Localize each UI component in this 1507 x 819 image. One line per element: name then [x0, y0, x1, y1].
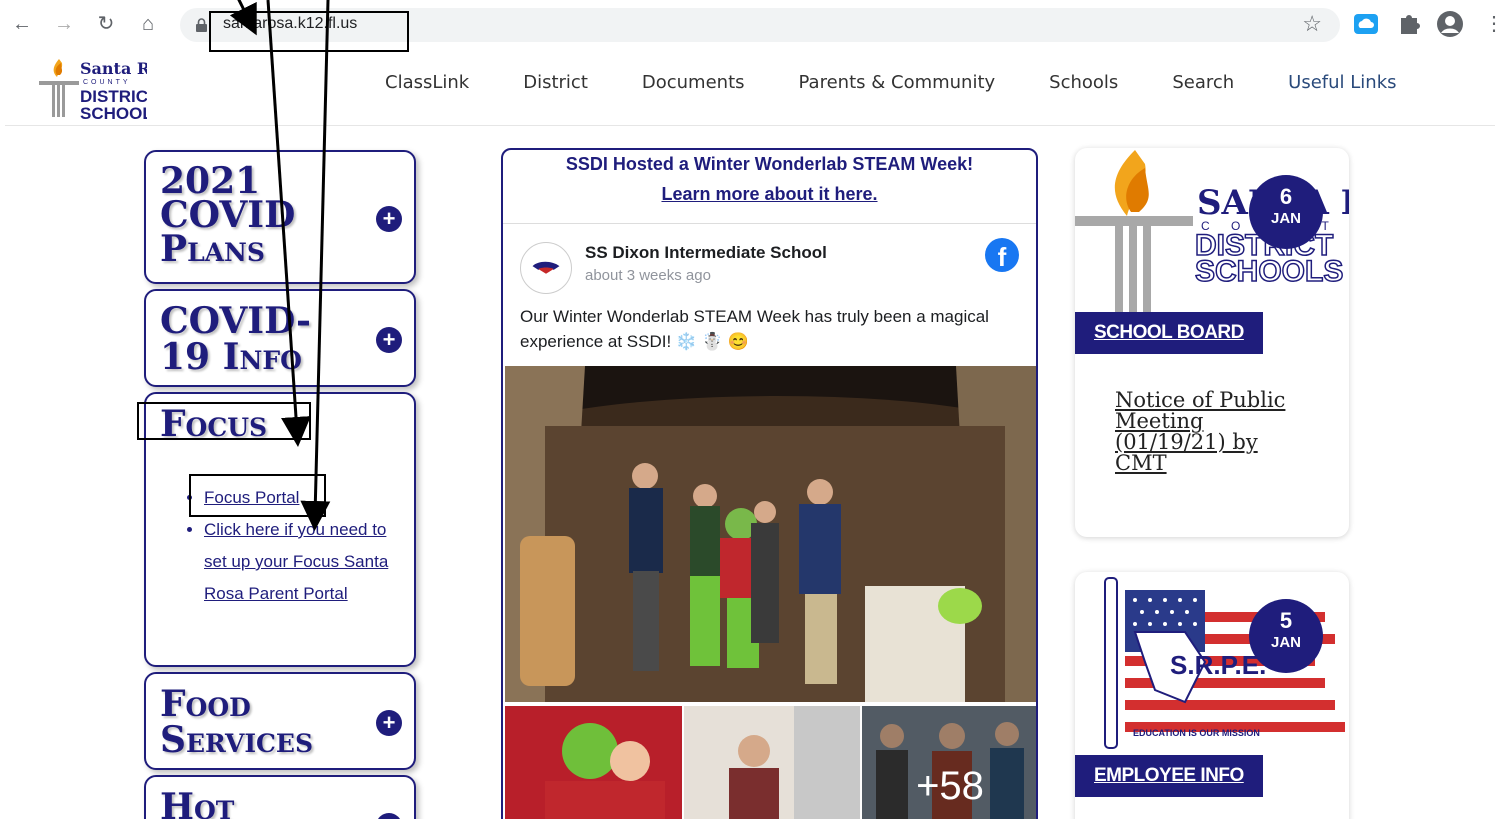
focus-setup-link[interactable]: Click here if you need to set up your Fo… — [204, 520, 388, 603]
back-arrow-icon[interactable]: ← — [10, 11, 34, 37]
accordion-title-covid-info: COVID- 19 Info — [160, 303, 311, 375]
accordion-title-food-services: Food Services — [160, 686, 313, 758]
post-thumbnail-2[interactable] — [684, 706, 860, 819]
expand-plus-icon[interactable]: + — [376, 327, 402, 353]
event-card-school-board[interactable]: SANTA ROSA C O U N T Y DISTRICT SCHOOLS … — [1075, 148, 1349, 537]
facebook-icon[interactable]: f — [985, 238, 1019, 272]
date-month: JAN — [1270, 634, 1301, 651]
expand-plus-icon[interactable]: + — [376, 710, 402, 736]
nav-documents[interactable]: Documents — [642, 68, 745, 98]
nav-district[interactable]: District — [523, 68, 588, 98]
accordion-hot[interactable]: Hot + — [144, 775, 416, 819]
covid-plans-line2: COVID — [160, 194, 296, 236]
post-main-photo[interactable] — [505, 366, 1036, 702]
cloud-extension-icon[interactable] — [1352, 10, 1380, 38]
nav-useful-links[interactable]: Useful Links — [1288, 68, 1396, 98]
forward-arrow-icon[interactable]: → — [52, 11, 76, 37]
logo-text-santa-rosa: Santa Rosa — [80, 59, 147, 78]
srpe-logo-subtext: EDUCATION IS OUR MISSION — [1133, 728, 1260, 738]
nav-classlink[interactable]: ClassLink — [385, 68, 469, 98]
nav-parents-community[interactable]: Parents & Community — [799, 68, 996, 98]
food-line1: Food — [160, 683, 251, 725]
date-day: 6 — [1279, 184, 1293, 209]
post-thumbnail-1[interactable] — [505, 706, 682, 819]
menu-kebab-icon[interactable]: ⋮ — [1484, 11, 1504, 37]
date-day: 5 — [1279, 608, 1293, 633]
school-avatar[interactable] — [520, 242, 572, 294]
annotation-box-focus-portal — [189, 474, 326, 517]
notice-public-meeting-link[interactable]: Notice of Public Meeting (01/19/21) by C… — [1115, 390, 1315, 474]
learn-more-link[interactable]: Learn more about it here. — [503, 184, 1036, 205]
expand-plus-icon[interactable]: + — [376, 813, 402, 819]
annotation-box-focus — [137, 402, 311, 440]
post-time: about 3 weeks ago — [585, 267, 711, 284]
nav-schools[interactable]: Schools — [1049, 68, 1118, 98]
bookmark-star-icon[interactable]: ☆ — [1302, 11, 1322, 37]
food-line2: Services — [160, 719, 314, 761]
srpe-logo-text: S.R.P.E. — [1170, 650, 1266, 680]
school-board-link[interactable]: SCHOOL BOARD — [1075, 312, 1263, 354]
list-item: Click here if you need to set up your Fo… — [204, 514, 406, 610]
expand-plus-icon[interactable]: + — [376, 206, 402, 232]
reload-icon[interactable]: ↻ — [94, 11, 118, 37]
accordion-covid-info[interactable]: COVID- 19 Info + — [144, 289, 416, 387]
date-badge: 5 JAN — [1249, 599, 1323, 673]
date-month: JAN — [1270, 210, 1301, 227]
profile-avatar-icon[interactable] — [1436, 10, 1464, 38]
page-root: ← → ↻ ⌂ santarosa.k12.fl.us ☆ ⋮ Santa R … — [0, 0, 1507, 819]
news-post-card: SSDI Hosted a Winter Wonderlab STEAM Wee… — [501, 148, 1038, 819]
accordion-title-covid-plans: 2021 COVID Plans — [160, 160, 296, 270]
covid-plans-line1: 2021 — [160, 160, 261, 202]
accordion-food-services[interactable]: Food Services + — [144, 672, 416, 770]
puzzle-extensions-icon[interactable] — [1395, 10, 1423, 38]
covid-info-line2: 19 Info — [160, 336, 302, 378]
date-badge: 6 JAN — [1249, 175, 1323, 249]
main-nav: ClassLink District Documents Parents & C… — [385, 68, 1451, 98]
divider — [503, 223, 1036, 224]
post-text: Our Winter Wonderlab STEAM Week has trul… — [520, 307, 989, 351]
accordion-covid-plans[interactable]: 2021 COVID Plans + — [144, 150, 416, 284]
logo-text-schools: SCHOOLS — [80, 104, 147, 121]
logo-text-county: COUNTY — [83, 79, 131, 86]
home-icon[interactable]: ⌂ — [136, 11, 160, 37]
post-thumbnail-3[interactable]: +58 — [862, 706, 1036, 819]
post-headline: SSDI Hosted a Winter Wonderlab STEAM Wee… — [565, 154, 974, 174]
more-photos-count: +58 — [862, 706, 1036, 819]
accordion-title-hot: Hot — [160, 786, 235, 819]
site-header: Santa Rosa COUNTY DISTRICT SCHOOLS Class… — [5, 50, 1495, 126]
annotation-box-url — [209, 11, 409, 52]
employee-info-link[interactable]: EMPLOYEE INFO — [1075, 755, 1263, 797]
nav-search[interactable]: Search — [1172, 68, 1234, 98]
post-author[interactable]: SS Dixon Intermediate School — [585, 243, 827, 263]
lock-icon — [196, 18, 207, 32]
logo-text-schools: SCHOOLS — [1195, 255, 1343, 288]
covid-plans-line3: Plans — [160, 228, 265, 270]
event-card-employee-info[interactable]: S.R.P.E. EDUCATION IS OUR MISSION 5 JAN … — [1075, 572, 1349, 819]
covid-info-line1: COVID- — [160, 300, 311, 342]
district-logo[interactable]: Santa Rosa COUNTY DISTRICT SCHOOLS — [37, 53, 147, 121]
